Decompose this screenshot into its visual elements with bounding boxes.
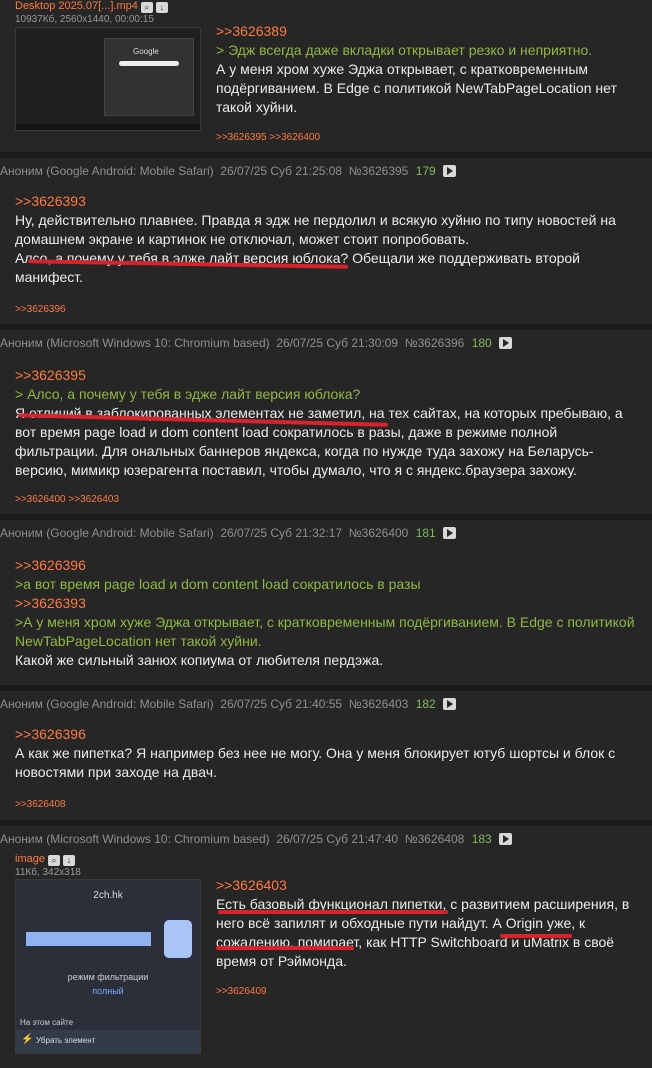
backlinks[interactable]: >>3626408 [15, 799, 66, 810]
reply-link[interactable]: >>3626395 [15, 366, 640, 385]
post-text: А как же пипетка? Я например без нее не … [15, 745, 616, 780]
image-thumbnail[interactable]: 2ch.hk режим фильтрации полный На этом с… [15, 879, 201, 1054]
thumb-site-title: 2ch.hk [93, 890, 123, 901]
post-text: Какой же сильный занюх копиума от любите… [15, 652, 384, 668]
backlinks[interactable]: >>3626396 [15, 304, 66, 315]
thumb-taskbar [16, 124, 200, 130]
post-author: Аноним [0, 697, 43, 711]
lightning-icon: ⚡ [21, 1034, 34, 1045]
download-icon[interactable]: ↓ [155, 2, 168, 13]
user-agent: (Google Android: Mobile Safari) [46, 697, 214, 711]
play-icon[interactable] [443, 165, 457, 177]
thumb-remove-label: Убрать элемент [36, 1036, 96, 1045]
reply-link[interactable]: >>3626396 [15, 725, 640, 744]
search-icon[interactable]: ⌕ [140, 2, 153, 13]
download-icon[interactable]: ↓ [62, 855, 75, 866]
video-thumbnail[interactable]: Google [15, 27, 201, 131]
post-index: 181 [415, 526, 436, 540]
greentext-2: >А у меня хром хуже Эджа открывает, с кр… [15, 614, 635, 649]
post-index: 180 [471, 336, 492, 350]
file-meta: 11Кб, 342x318 [15, 867, 81, 878]
thumb-window: Google [104, 38, 194, 116]
post-number[interactable]: №3626400 [349, 526, 409, 540]
red-underline-1 [218, 910, 448, 914]
thumb-slider-track [26, 932, 151, 946]
play-icon[interactable] [443, 698, 457, 710]
thumb-mode-value: полный [92, 986, 124, 996]
post-body: >>3626396 А как же пипетка? Я например б… [15, 725, 640, 782]
user-agent: (Google Android: Mobile Safari) [46, 164, 214, 178]
backlinks[interactable]: >>3626409 [216, 986, 267, 997]
post-3626395: Аноним (Google Android: Mobile Safari) 2… [0, 158, 652, 324]
post-header: Аноним (Microsoft Windows 10: Chromium b… [0, 832, 513, 846]
post-date: 26/07/25 Суб 21:30:09 [276, 336, 399, 350]
file-name[interactable]: Desktop 2025.07[...].mp4 ⌕ ↓ [15, 0, 168, 13]
post-header: Аноним (Microsoft Windows 10: Chromium b… [0, 336, 513, 350]
play-icon[interactable] [499, 833, 513, 845]
post-3626403: Аноним (Google Android: Mobile Safari) 2… [0, 691, 652, 820]
user-agent: (Microsoft Windows 10: Chromium based) [46, 336, 270, 350]
post-body: >>3626393 Ну, действительно плавнее. Пра… [15, 192, 640, 287]
red-underline-3 [500, 934, 572, 938]
post-author: Аноним [0, 526, 43, 540]
post-date: 26/07/25 Суб 21:25:08 [220, 164, 343, 178]
thumb-google-logo: Google [133, 47, 159, 56]
post-date: 26/07/25 Суб 21:47:40 [276, 832, 399, 846]
backlinks[interactable]: >>3626400 >>3626403 [15, 494, 119, 505]
thumb-on-site: На этом сайте [20, 1018, 74, 1027]
play-icon[interactable] [499, 337, 513, 349]
thumb-remove-bar: ⚡ Убрать элемент [16, 1030, 200, 1054]
file-name[interactable]: image ⌕ ↓ [15, 853, 75, 866]
post-author: Аноним [0, 336, 43, 350]
file-meta: 10937Кб, 2560x1440, 00:00:15 [15, 14, 154, 25]
reply-link[interactable]: >>3626396 [15, 556, 640, 575]
post-number[interactable]: №3626403 [349, 697, 409, 711]
post-number[interactable]: №3626408 [405, 832, 465, 846]
post-index: 179 [415, 164, 436, 178]
backlinks[interactable]: >>3626395 >>3626400 [216, 132, 320, 143]
post-header: Аноним (Google Android: Mobile Safari) 2… [0, 164, 457, 178]
post-body: >>3626403 Есть базовый функционал пипетк… [216, 876, 640, 971]
post-body: >>3626389 > Эдж всегда даже вкладки откр… [216, 22, 640, 117]
reply-link[interactable]: >>3626393 [15, 192, 640, 211]
post-3626389-partial: Desktop 2025.07[...].mp4 ⌕ ↓ 10937Кб, 2560… [0, 0, 652, 152]
user-agent: (Google Android: Mobile Safari) [46, 526, 214, 540]
post-author: Аноним [0, 164, 43, 178]
post-text: Ну, действительно плавнее. Правда я эдж … [15, 212, 616, 285]
greentext: > Эдж всегда даже вкладки открывает резк… [216, 42, 593, 58]
thumb-searchbar [119, 61, 179, 66]
post-body: >>3626396 >а вот время page load и dom c… [15, 556, 640, 670]
post-3626400: Аноним (Google Android: Mobile Safari) 2… [0, 520, 652, 685]
post-3626408: Аноним (Microsoft Windows 10: Chromium b… [0, 826, 652, 1068]
greentext: >а вот время page load и dom content loa… [15, 576, 421, 592]
post-date: 26/07/25 Суб 21:40:55 [220, 697, 343, 711]
post-date: 26/07/25 Суб 21:32:17 [220, 526, 343, 540]
post-number[interactable]: №3626395 [349, 164, 409, 178]
post-text: А у меня хром хуже Эджа открывает, с кра… [216, 61, 617, 115]
thumb-mode-label: режим фильтрации [67, 972, 149, 982]
user-agent: (Microsoft Windows 10: Chromium based) [46, 832, 270, 846]
reply-link[interactable]: >>3626389 [216, 22, 640, 41]
post-index: 182 [415, 697, 436, 711]
post-text: Есть базовый функционал пипетки, с разви… [216, 896, 630, 969]
thumb-slider-handle [164, 920, 192, 958]
reply-link[interactable]: >>3626403 [216, 876, 640, 895]
post-author: Аноним [0, 832, 43, 846]
reply-link-2[interactable]: >>3626393 [15, 594, 640, 613]
post-number[interactable]: №3626396 [405, 336, 465, 350]
post-header: Аноним (Google Android: Mobile Safari) 2… [0, 526, 457, 540]
post-header: Аноним (Google Android: Mobile Safari) 2… [0, 697, 457, 711]
search-icon[interactable]: ⌕ [47, 855, 60, 866]
play-icon[interactable] [443, 527, 457, 539]
post-index: 183 [471, 832, 492, 846]
red-underline-2 [216, 946, 354, 950]
post-3626396: Аноним (Microsoft Windows 10: Chromium b… [0, 330, 652, 514]
greentext: > Алсо, а почему у тебя в эдже лайт верс… [15, 386, 361, 402]
